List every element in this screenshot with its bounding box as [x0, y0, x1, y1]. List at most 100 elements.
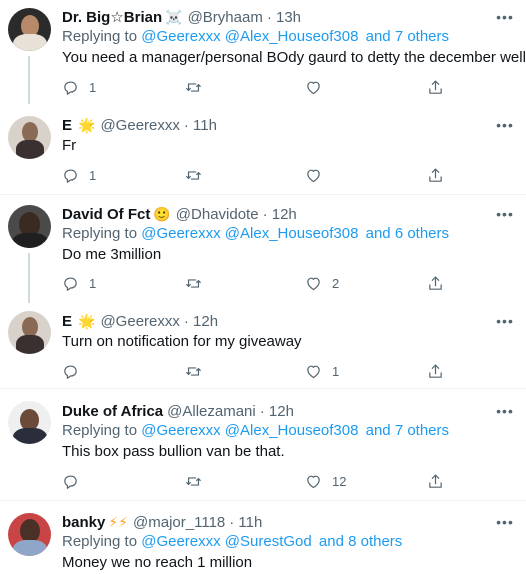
timestamp[interactable]: · 11h — [229, 514, 262, 531]
tweet-header: E 🌟 @Geerexxx · 12h — [62, 311, 218, 331]
avatar[interactable] — [8, 513, 51, 556]
share-icon — [429, 474, 442, 488]
tweet[interactable]: E 🌟 @Geerexxx · 12h ••• Turn on notifica… — [0, 303, 526, 388]
more-icon[interactable]: ••• — [496, 116, 514, 134]
thread-line — [28, 253, 30, 303]
reply-button[interactable]: 1 — [62, 165, 96, 185]
share-button[interactable] — [427, 361, 444, 381]
name-emoji: 🙂 — [153, 206, 171, 222]
reply-button[interactable]: 1 — [62, 273, 96, 293]
action-bar: 1 — [62, 77, 462, 97]
tweet-text: You need a manager/personal BOdy gaurd t… — [62, 48, 526, 66]
avatar[interactable] — [8, 401, 51, 444]
tweet-text-body: You need a manager/personal BOdy gaurd t… — [62, 49, 526, 66]
share-icon — [429, 168, 442, 182]
retweet-button[interactable] — [185, 273, 212, 293]
like-button[interactable] — [305, 165, 332, 185]
like-count: 1 — [332, 363, 340, 379]
like-icon — [307, 277, 320, 290]
display-name[interactable]: David Of Fct — [62, 206, 150, 223]
like-button[interactable]: 2 — [305, 273, 339, 293]
reply-icon — [64, 475, 77, 489]
replying-others-link[interactable]: and 6 others — [366, 225, 449, 242]
handle[interactable]: @Geerexxx — [100, 117, 179, 134]
display-name[interactable]: Dr. Big☆Brian — [62, 8, 162, 26]
share-button[interactable] — [427, 165, 444, 185]
share-button[interactable] — [427, 77, 444, 97]
replying-users-link[interactable]: @Geerexxx @Alex_Houseof308 — [141, 28, 358, 45]
tweet[interactable]: E 🌟 @Geerexxx · 11h ••• Fr 1 — [0, 108, 526, 194]
handle[interactable]: @Dhavidote — [176, 206, 259, 223]
handle[interactable]: @Bryhaam — [188, 9, 263, 26]
replying-others-link[interactable]: and 7 others — [366, 28, 449, 45]
reply-button[interactable] — [62, 361, 89, 381]
timestamp[interactable]: · 13h — [267, 9, 301, 26]
reply-icon — [64, 365, 77, 379]
replying-others-link[interactable]: and 7 others — [366, 422, 449, 439]
share-button[interactable] — [427, 273, 444, 293]
handle[interactable]: @Geerexxx — [100, 313, 179, 330]
retweet-icon — [186, 82, 201, 92]
timestamp[interactable]: · 11h — [184, 117, 217, 134]
share-icon — [429, 276, 442, 290]
display-name[interactable]: E — [62, 313, 72, 330]
name-emoji: ☠️ — [165, 9, 183, 25]
retweet-button[interactable] — [185, 471, 212, 491]
reply-icon — [64, 277, 77, 291]
tweet-text: Money we no reach 1 million — [62, 554, 253, 571]
share-button[interactable] — [427, 471, 444, 491]
avatar[interactable] — [8, 116, 51, 159]
retweet-button[interactable] — [185, 361, 212, 381]
retweet-button[interactable] — [185, 77, 212, 97]
replying-prefix: Replying to — [62, 225, 138, 242]
display-name[interactable]: banky — [62, 514, 105, 531]
reply-count: 1 — [89, 79, 97, 95]
tweet-header: banky ⚡⚡ @major_1118 · 11h — [62, 512, 262, 532]
reply-count: 1 — [89, 275, 97, 291]
action-bar: 1 2 — [62, 273, 462, 293]
timestamp[interactable]: · 12h — [263, 206, 297, 223]
tweet[interactable]: banky ⚡⚡ @major_1118 · 11h ••• Replying … — [0, 501, 526, 574]
retweet-icon — [186, 170, 201, 180]
tweet-header: David Of Fct 🙂 @Dhavidote · 12h — [62, 204, 297, 224]
replying-to: Replying to @Geerexxx @Alex_Houseof308 a… — [62, 422, 449, 439]
name-emoji: ⚡⚡ — [108, 514, 129, 530]
replying-users-link[interactable]: @Geerexxx @Alex_Houseof308 — [141, 422, 358, 439]
replying-users-link[interactable]: @Geerexxx @Alex_Houseof308 — [141, 225, 358, 242]
reply-count: 1 — [89, 167, 97, 183]
display-name[interactable]: Duke of Africa — [62, 403, 163, 420]
thread-line — [28, 56, 30, 104]
share-icon — [429, 364, 442, 378]
like-button[interactable]: 1 — [305, 361, 339, 381]
timestamp[interactable]: · 12h — [260, 403, 294, 420]
more-icon[interactable]: ••• — [496, 205, 514, 223]
reply-button[interactable] — [62, 471, 89, 491]
name-emoji: 🌟 — [78, 313, 96, 329]
display-name[interactable]: E — [62, 117, 72, 134]
replying-prefix: Replying to — [62, 422, 138, 439]
replying-to: Replying to @Geerexxx @SurestGod and 8 o… — [62, 533, 402, 550]
tweet[interactable]: Dr. Big☆Brian ☠️ @Bryhaam · 13h ••• Repl… — [0, 0, 526, 108]
avatar[interactable] — [8, 311, 51, 354]
tweet-text: Turn on notification for my giveaway — [62, 333, 302, 350]
handle[interactable]: @major_1118 — [133, 514, 225, 531]
retweet-button[interactable] — [185, 165, 212, 185]
handle[interactable]: @Allezamani — [167, 403, 256, 420]
timestamp[interactable]: · 12h — [184, 313, 218, 330]
tweet-header: Dr. Big☆Brian ☠️ @Bryhaam · 13h — [62, 7, 301, 27]
more-icon[interactable]: ••• — [496, 312, 514, 330]
avatar[interactable] — [8, 205, 51, 248]
more-icon[interactable]: ••• — [496, 8, 514, 26]
action-bar: 12 — [62, 471, 462, 491]
like-button[interactable] — [305, 77, 332, 97]
more-icon[interactable]: ••• — [496, 513, 514, 531]
reply-button[interactable]: 1 — [62, 77, 96, 97]
avatar[interactable] — [8, 8, 51, 51]
tweet[interactable]: Duke of Africa @Allezamani · 12h ••• Rep… — [0, 389, 526, 499]
replying-users-link[interactable]: @Geerexxx @SurestGod — [141, 533, 312, 550]
like-button[interactable]: 12 — [305, 471, 346, 491]
tweet[interactable]: David Of Fct 🙂 @Dhavidote · 12h ••• Repl… — [0, 195, 526, 303]
replying-others-link[interactable]: and 8 others — [319, 533, 402, 550]
more-icon[interactable]: ••• — [496, 402, 514, 420]
retweet-icon — [186, 476, 201, 486]
